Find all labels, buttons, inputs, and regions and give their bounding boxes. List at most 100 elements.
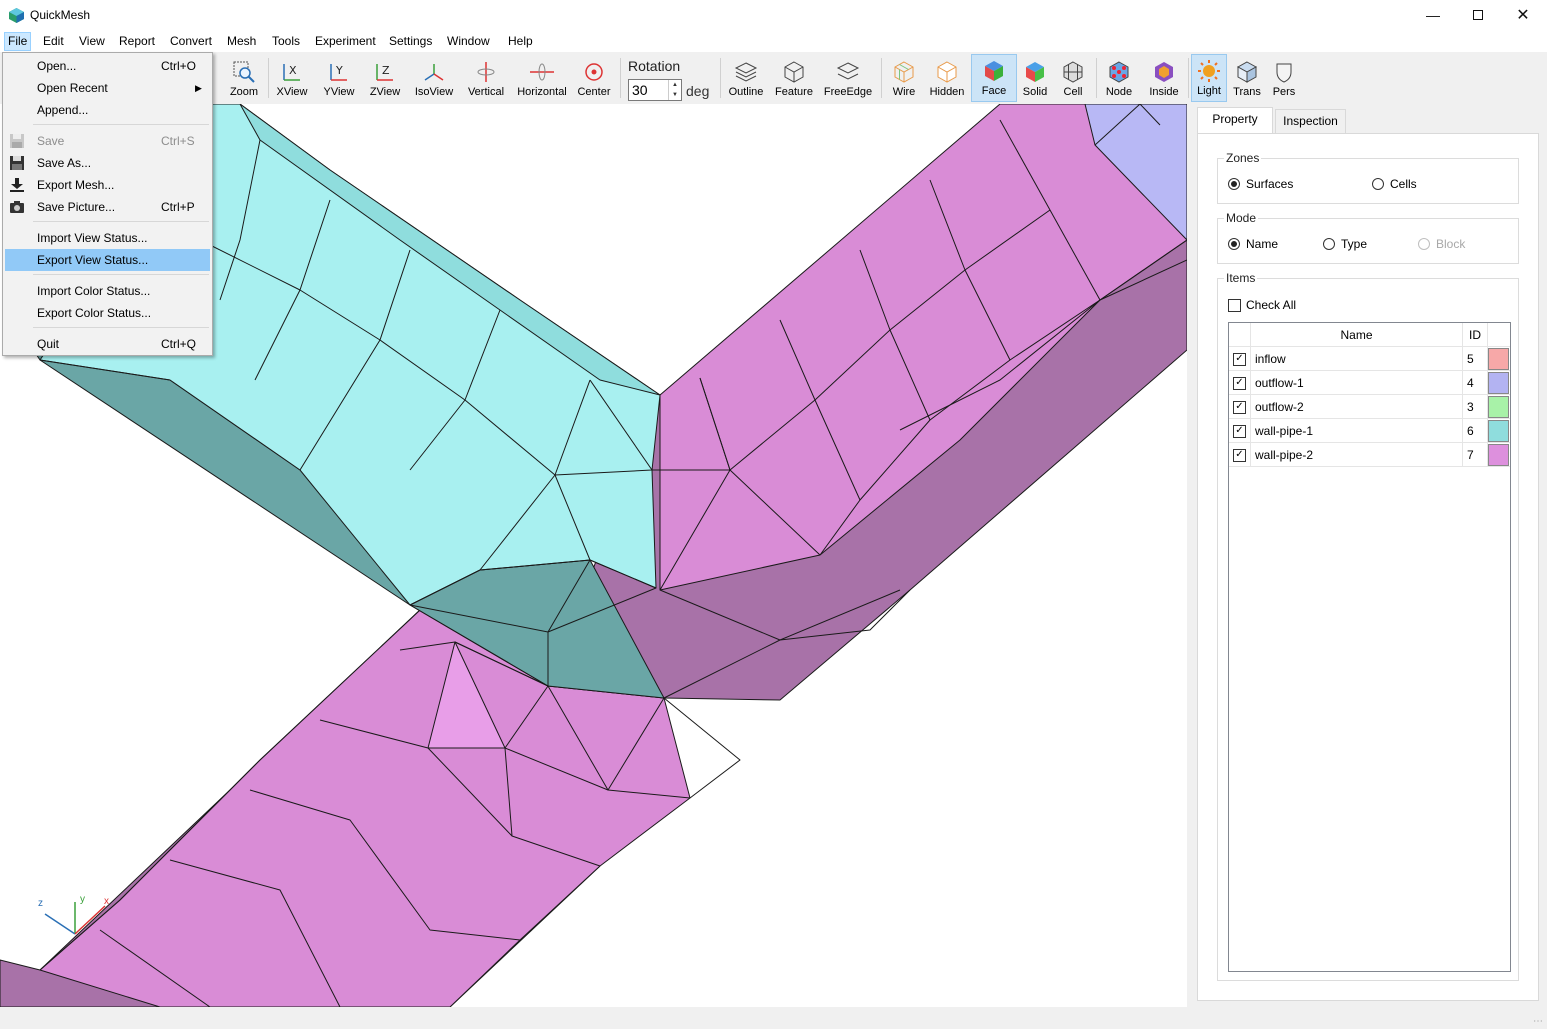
menu-mesh[interactable]: Mesh — [224, 32, 259, 51]
wire-cube-icon — [894, 61, 914, 83]
mode-block-radio: Block — [1418, 237, 1465, 251]
wire-button[interactable]: Wire — [886, 54, 922, 102]
isoview-button[interactable]: IsoView — [411, 54, 457, 102]
mode-name-radio[interactable]: Name — [1228, 237, 1278, 251]
row-color-swatch[interactable] — [1488, 396, 1509, 418]
row-id: 5 — [1463, 347, 1488, 371]
cell-button[interactable]: Cell — [1056, 54, 1090, 102]
file-menu-import-view-status[interactable]: Import View Status... — [5, 227, 210, 249]
file-menu-save: Save Ctrl+S — [5, 130, 210, 152]
xview-button[interactable]: X XView — [273, 54, 311, 102]
table-row[interactable]: ✓ wall-pipe-1 6 — [1229, 419, 1510, 443]
menu-window[interactable]: Window — [444, 32, 493, 51]
inside-button[interactable]: Inside — [1144, 54, 1184, 102]
file-menu-save-as[interactable]: Save As... — [5, 152, 210, 174]
tab-property[interactable]: Property — [1197, 107, 1273, 134]
menu-file[interactable]: File — [4, 32, 32, 51]
center-target-icon — [585, 63, 603, 81]
row-checkbox[interactable]: ✓ — [1233, 400, 1246, 414]
table-row[interactable]: ✓ inflow 5 — [1229, 347, 1510, 371]
close-button[interactable]: ✕ — [1500, 0, 1546, 30]
rotation-spinner[interactable]: ▲ ▼ — [668, 80, 681, 100]
rotation-unit: deg — [686, 83, 710, 99]
file-menu-open-recent[interactable]: Open Recent ▶ — [5, 77, 210, 99]
menu-experiment[interactable]: Experiment — [312, 32, 379, 51]
zones-surfaces-radio[interactable]: Surfaces — [1228, 177, 1293, 191]
freeedge-button[interactable]: FreeEdge — [822, 54, 874, 102]
file-menu-append[interactable]: Append... — [5, 99, 210, 121]
maximize-icon — [1473, 10, 1483, 20]
hidden-button[interactable]: Hidden — [926, 54, 968, 102]
iso-view-icon — [424, 64, 444, 81]
face-cube-icon — [985, 61, 1003, 81]
pers-button[interactable]: Pers — [1267, 54, 1301, 102]
rotation-input[interactable]: 30 ▲ ▼ — [628, 79, 682, 101]
row-checkbox[interactable]: ✓ — [1233, 448, 1246, 462]
row-color-swatch[interactable] — [1488, 444, 1509, 466]
light-button[interactable]: Light — [1191, 54, 1227, 102]
hidden-cube-icon — [937, 61, 957, 83]
row-name: wall-pipe-1 — [1251, 419, 1463, 443]
menu-convert[interactable]: Convert — [167, 32, 215, 51]
toolbar: Zoom X XView Y YView Z ZView IsoView Ver… — [0, 52, 1547, 104]
row-checkbox[interactable]: ✓ — [1233, 352, 1246, 366]
menu-view[interactable]: View — [76, 32, 108, 51]
file-menu-open[interactable]: Open... Ctrl+O — [5, 55, 210, 77]
menu-settings[interactable]: Settings — [386, 32, 435, 51]
cell-mesh-icon — [1063, 61, 1083, 83]
zones-group: Zones Surfaces Cells — [1217, 151, 1519, 204]
tab-inspection[interactable]: Inspection — [1275, 109, 1346, 133]
resize-grip-icon[interactable]: ⋯ — [1533, 1016, 1543, 1027]
row-color-swatch[interactable] — [1488, 348, 1509, 370]
file-menu-export-color-status[interactable]: Export Color Status... — [5, 302, 210, 324]
table-row[interactable]: ✓ outflow-2 3 — [1229, 395, 1510, 419]
table-header-color — [1488, 323, 1510, 347]
row-checkbox[interactable]: ✓ — [1233, 376, 1246, 390]
check-all-checkbox[interactable]: Check All — [1228, 298, 1296, 312]
menu-edit[interactable]: Edit — [40, 32, 67, 51]
table-header-name[interactable]: Name — [1251, 323, 1463, 347]
yview-button[interactable]: Y YView — [319, 54, 359, 102]
minimize-button[interactable]: — — [1410, 0, 1456, 30]
zview-button[interactable]: Z ZView — [365, 54, 405, 102]
table-row[interactable]: ✓ outflow-1 4 — [1229, 371, 1510, 395]
items-table[interactable]: Name ID ✓ inflow 5 ✓ outflow-1 4 ✓ outfl… — [1228, 322, 1511, 972]
app-logo-icon — [9, 8, 24, 26]
row-id: 3 — [1463, 395, 1488, 419]
horizontal-button[interactable]: Horizontal — [514, 54, 570, 102]
menu-tools[interactable]: Tools — [269, 32, 303, 51]
outline-layers-icon — [734, 62, 758, 82]
zoom-button[interactable]: Zoom — [225, 54, 263, 102]
row-id: 7 — [1463, 443, 1488, 467]
trans-button[interactable]: Trans — [1230, 54, 1264, 102]
row-checkbox[interactable]: ✓ — [1233, 424, 1246, 438]
vertical-button[interactable]: Vertical — [464, 54, 508, 102]
z-axis-view-icon: Z — [376, 64, 393, 81]
menu-report[interactable]: Report — [116, 32, 158, 51]
center-button[interactable]: Center — [574, 54, 614, 102]
items-group: Items Check All Name ID ✓ inflow 5 ✓ out… — [1217, 271, 1519, 981]
feature-button[interactable]: Feature — [772, 54, 816, 102]
face-button[interactable]: Face — [971, 54, 1017, 102]
mode-type-radio[interactable]: Type — [1323, 237, 1367, 251]
table-header-id[interactable]: ID — [1463, 323, 1488, 347]
maximize-button[interactable] — [1455, 0, 1501, 30]
close-icon: ✕ — [1516, 7, 1530, 24]
file-menu-save-picture[interactable]: Save Picture... Ctrl+P — [5, 196, 210, 218]
menu-help[interactable]: Help — [505, 32, 536, 51]
file-menu-export-view-status[interactable]: Export View Status... — [5, 249, 210, 271]
outline-button[interactable]: Outline — [726, 54, 766, 102]
node-button[interactable]: Node — [1100, 54, 1138, 102]
file-menu-export-mesh[interactable]: Export Mesh... — [5, 174, 210, 196]
file-menu-import-color-status[interactable]: Import Color Status... — [5, 280, 210, 302]
window-title: QuickMesh — [30, 8, 91, 22]
property-panel: Property Inspection Zones Surfaces Cells… — [1187, 104, 1547, 1007]
items-title: Items — [1224, 271, 1258, 285]
row-color-swatch[interactable] — [1488, 420, 1509, 442]
row-color-swatch[interactable] — [1488, 372, 1509, 394]
table-row[interactable]: ✓ wall-pipe-2 7 — [1229, 443, 1510, 467]
solid-button[interactable]: Solid — [1019, 54, 1051, 102]
zones-cells-radio[interactable]: Cells — [1372, 177, 1417, 191]
file-menu-quit[interactable]: Quit Ctrl+Q — [5, 333, 210, 355]
save-as-disk-icon — [10, 156, 24, 170]
